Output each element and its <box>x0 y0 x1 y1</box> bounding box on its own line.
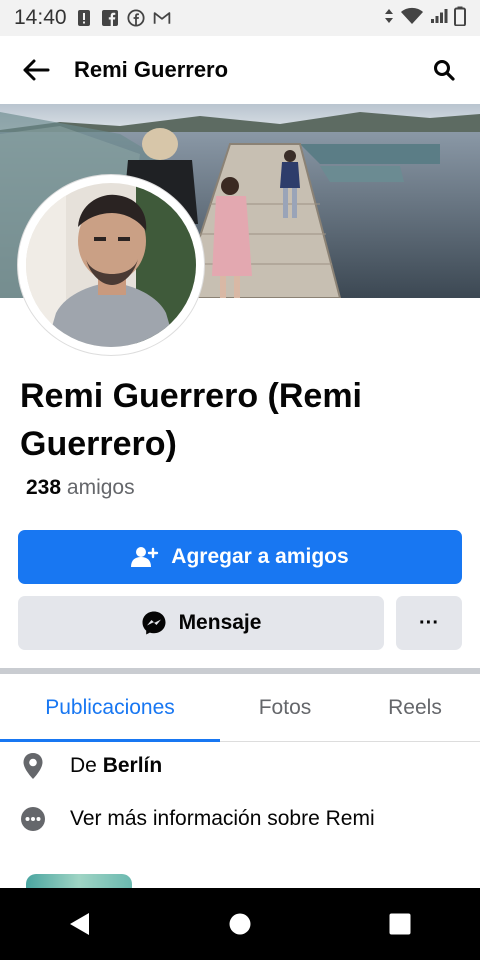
status-bar: 14:40 <box>0 0 480 36</box>
back-arrow-icon <box>23 59 50 81</box>
add-friend-icon <box>131 547 159 567</box>
search-button[interactable] <box>426 52 462 88</box>
status-left: 14:40 <box>14 6 171 30</box>
location-pin-icon <box>20 752 46 780</box>
search-icon <box>434 60 455 81</box>
nav-back-button[interactable] <box>50 894 110 954</box>
nav-recents-button[interactable] <box>370 894 430 954</box>
page-title: Remi Guerrero <box>74 57 229 82</box>
profile-avatar[interactable] <box>18 175 204 355</box>
message-label: Mensaje <box>178 611 262 634</box>
tab-fotos[interactable]: Fotos <box>220 674 350 742</box>
nav-back-icon <box>70 913 89 935</box>
system-nav-bar <box>0 888 480 960</box>
location-text: De Berlín <box>70 754 162 778</box>
profile-tabs: Publicaciones Fotos Reels <box>0 674 480 742</box>
facebook-square-icon <box>101 9 119 27</box>
battery-icon <box>454 6 466 31</box>
wifi-icon <box>400 7 424 30</box>
back-button[interactable] <box>18 52 54 88</box>
gmail-icon <box>153 9 171 27</box>
friends-label: amigos <box>66 476 135 499</box>
friends-count-row[interactable]: 238 amigos <box>26 476 135 500</box>
tab-publicaciones[interactable]: Publicaciones <box>0 674 220 742</box>
nav-home-button[interactable] <box>210 894 270 954</box>
nav-home-icon <box>229 913 251 935</box>
more-info-icon <box>20 806 46 832</box>
location-row: De Berlín <box>20 752 162 780</box>
message-button[interactable]: Mensaje <box>18 596 384 650</box>
status-right <box>384 6 466 31</box>
alert-icon <box>75 9 93 27</box>
tab-reels[interactable]: Reels <box>350 674 480 742</box>
more-options-label: ··· <box>419 611 439 634</box>
more-options-button[interactable]: ··· <box>396 596 462 650</box>
signal-icon <box>430 8 448 29</box>
add-friend-button[interactable]: Agregar a amigos <box>18 530 462 584</box>
more-info-row[interactable]: Ver más información sobre Remi <box>20 806 375 832</box>
location-prefix: De <box>70 754 97 777</box>
profile-name: Remi Guerrero (Remi Guerrero) <box>20 377 362 463</box>
nav-recents-icon <box>389 913 411 935</box>
more-info-label: Ver más información sobre Remi <box>70 807 375 830</box>
friends-count: 238 <box>26 476 62 499</box>
status-time: 14:40 <box>14 6 67 29</box>
top-app-bar: Remi Guerrero <box>0 36 480 104</box>
facebook-circle-icon <box>127 9 145 27</box>
location-city: Berlín <box>102 754 163 777</box>
messenger-icon <box>142 611 166 635</box>
add-friend-label: Agregar a amigos <box>171 545 349 568</box>
data-arrows-icon <box>384 8 394 29</box>
